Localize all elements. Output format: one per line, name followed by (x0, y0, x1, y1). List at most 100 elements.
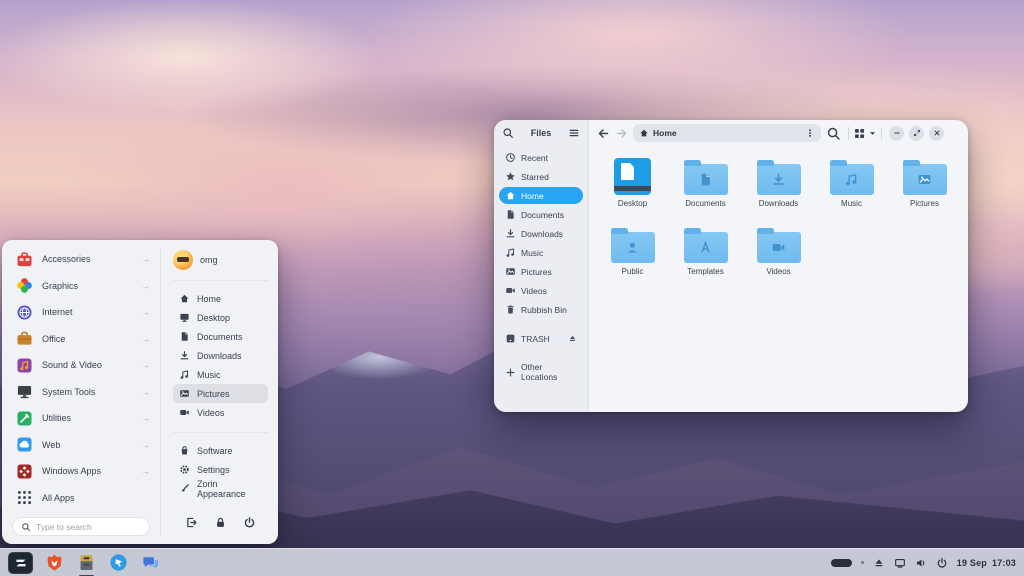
sidebar-item-rubbish-bin[interactable]: Rubbish Bin (499, 301, 583, 318)
search-input[interactable] (36, 522, 141, 532)
menu-category-system-tools[interactable]: System Tools → (2, 379, 160, 406)
logout-button[interactable] (185, 516, 198, 534)
sidebar-item-downloads[interactable]: Downloads (499, 225, 583, 242)
files-app-button[interactable] (76, 552, 97, 573)
folder-icon (757, 232, 801, 263)
folder-label: Documents (685, 199, 725, 208)
menu-item-software[interactable]: Software (173, 441, 268, 460)
sidebar-item-other-locations[interactable]: Other Locations (499, 359, 583, 385)
taskbar: 19 Sep 17:03 (0, 548, 1024, 576)
folder-desktop[interactable]: Desktop (599, 158, 666, 208)
zorin-menu-button[interactable] (8, 552, 33, 574)
place-label: Videos (197, 408, 224, 418)
sidebar-item-videos[interactable]: Videos (499, 282, 583, 299)
home-icon (179, 293, 190, 304)
folder-public[interactable]: Public (599, 226, 666, 276)
sidebar-label: Downloads (521, 229, 563, 239)
zorin-appearance-icon (179, 483, 190, 494)
files-main: Home Desktop Documents DownloadsMusicPictu… (589, 120, 968, 412)
folder-icon (684, 164, 728, 195)
place-label: Software (197, 446, 233, 456)
tray-dot[interactable] (861, 561, 864, 564)
sidebar-label: Rubbish Bin (521, 305, 567, 315)
menu-category-graphics[interactable]: Graphics→ (2, 273, 160, 300)
eject-button[interactable] (873, 557, 885, 569)
sidebar-item-recent[interactable]: Recent (499, 149, 583, 166)
kebab-menu-icon[interactable] (805, 128, 815, 138)
download-icon (179, 350, 190, 361)
maximize-button[interactable] (909, 126, 924, 141)
sidebar-item-music[interactable]: Music (499, 244, 583, 261)
menu-place-downloads[interactable]: Downloads (173, 346, 268, 365)
sidebar-item-pictures[interactable]: Pictures (499, 263, 583, 280)
menu-place-music[interactable]: Music (173, 365, 268, 384)
all-apps-icon (16, 489, 33, 506)
user-name: omg (200, 255, 218, 265)
place-label: Desktop (197, 313, 230, 323)
user-row[interactable]: omg (173, 248, 268, 278)
folder-music[interactable]: Music (818, 158, 885, 208)
volume-button[interactable] (915, 557, 927, 569)
folder-videos[interactable]: Videos (745, 226, 812, 276)
grid-view-button[interactable] (853, 127, 866, 140)
menu-search-bar[interactable] (12, 517, 150, 536)
folder-templates[interactable]: Templates (672, 226, 739, 276)
arrow-right-icon: → (141, 387, 150, 397)
menu-category-utilities[interactable]: Utilities→ (2, 405, 160, 432)
sidebar-device-trash[interactable]: TRASH (499, 330, 583, 347)
view-options-caret[interactable] (868, 129, 877, 138)
folder-documents[interactable]: Documents (672, 158, 739, 208)
sidebar-item-home[interactable]: Home (499, 187, 583, 204)
internet-icon (16, 304, 33, 321)
category-label: System Tools (42, 387, 132, 397)
sidebar-item-starred[interactable]: Starred (499, 168, 583, 185)
menu-item-zorin-appearance[interactable]: Zorin Appearance (173, 479, 268, 498)
search-icon[interactable] (502, 127, 514, 139)
eject-icon[interactable] (568, 334, 577, 343)
menu-category-office[interactable]: Office→ (2, 326, 160, 353)
menu-place-home[interactable]: Home (173, 289, 268, 308)
hamburger-menu-icon[interactable] (568, 127, 580, 139)
arrow-right-icon: → (141, 307, 150, 317)
office-icon (16, 330, 33, 347)
back-button[interactable] (597, 127, 610, 140)
arrow-right-icon: → (141, 440, 150, 450)
screen-button[interactable] (894, 557, 906, 569)
menu-place-documents[interactable]: Documents (173, 327, 268, 346)
power-tray-button[interactable] (936, 557, 948, 569)
close-button[interactable] (929, 126, 944, 141)
document-icon (698, 172, 713, 187)
menu-item-settings[interactable]: Settings (173, 460, 268, 479)
menu-place-pictures[interactable]: Pictures (173, 384, 268, 403)
menu-place-videos[interactable]: Videos (173, 403, 268, 422)
chat-app-button[interactable] (140, 552, 161, 573)
folder-icon (830, 164, 874, 195)
folder-icon (684, 232, 728, 263)
menu-category-web[interactable]: Web → (2, 432, 160, 459)
arrow-right-icon: → (141, 413, 150, 423)
folder-downloads[interactable]: Downloads (745, 158, 812, 208)
place-label: Documents (197, 332, 243, 342)
status-pill[interactable] (831, 559, 852, 567)
folder-pictures[interactable]: Pictures (891, 158, 958, 208)
clock[interactable]: 19 Sep 17:03 (957, 558, 1016, 568)
software-store-button[interactable] (108, 552, 129, 573)
menu-category-windows-apps[interactable]: Windows Apps→ (2, 458, 160, 485)
address-bar[interactable]: Home (633, 124, 821, 142)
search-folder-button[interactable] (826, 126, 841, 141)
menu-place-desktop[interactable]: Desktop (173, 308, 268, 327)
brave-browser-button[interactable] (44, 552, 65, 573)
sidebar-item-documents[interactable]: Documents (499, 206, 583, 223)
lock-button[interactable] (214, 516, 227, 534)
trash-icon (505, 304, 516, 315)
minimize-button[interactable] (889, 126, 904, 141)
menu-category-accessories[interactable]: Accessories→ (2, 246, 160, 273)
video-icon (505, 285, 516, 296)
menu-category-sound-video[interactable]: Sound & Video→ (2, 352, 160, 379)
sidebar-label: Videos (521, 286, 547, 296)
forward-button[interactable] (615, 127, 628, 140)
category-label: Web (42, 440, 132, 450)
power-button[interactable] (243, 516, 256, 534)
menu-category-internet[interactable]: Internet→ (2, 299, 160, 326)
menu-category-all-apps[interactable]: All Apps (2, 485, 160, 512)
